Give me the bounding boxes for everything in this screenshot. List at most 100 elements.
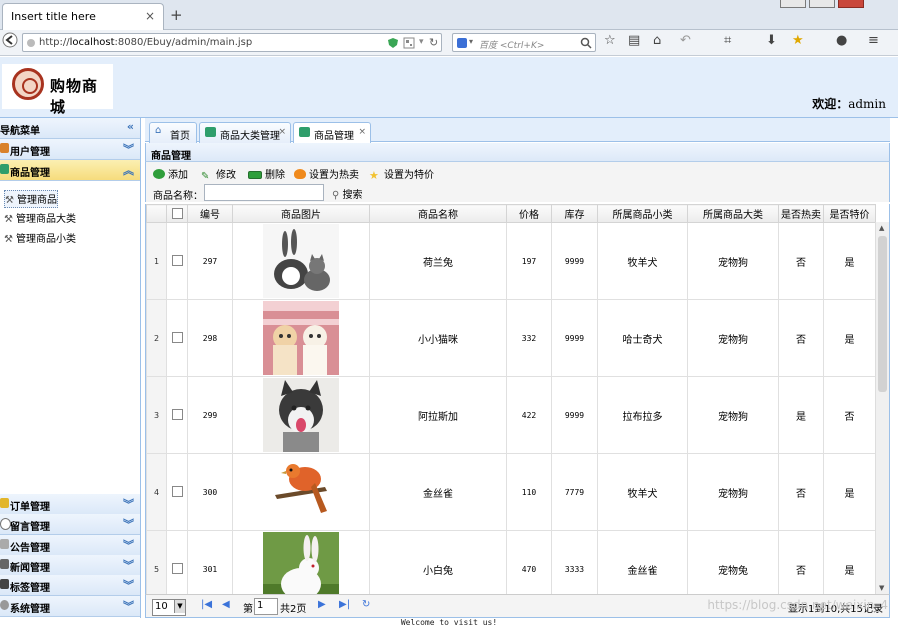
row-checkbox[interactable] — [166, 453, 188, 531]
sidebar-item-manage-big-categories[interactable]: ⚒ 管理商品大类 — [4, 210, 76, 226]
window-controls[interactable] — [780, 0, 898, 8]
chat-icon[interactable]: ● — [836, 33, 847, 48]
close-icon[interactable]: × — [278, 127, 286, 137]
chevron-down-icon[interactable]: ︾ — [123, 598, 134, 614]
refresh-icon[interactable]: ↻ — [362, 599, 370, 610]
favorites-star-icon[interactable]: ★ — [792, 33, 804, 48]
set-special-button[interactable]: ★ 设置为特价 — [369, 166, 434, 182]
search-box[interactable]: ▾ 百度 <Ctrl+K> — [452, 33, 596, 52]
table-row[interactable]: 1 297 荷兰兔 197 9999 牧羊犬 宠物狗否是 — [146, 222, 876, 300]
checkbox[interactable] — [171, 409, 183, 421]
table-row[interactable]: 3 299 阿拉斯加 422 9999 拉布拉多 宠物狗是否 — [146, 376, 876, 454]
nav-section-system[interactable]: 系统管理 ︾ — [0, 596, 140, 617]
crop-icon[interactable]: ⌗ — [724, 33, 731, 48]
download-icon[interactable]: ⬇ — [766, 33, 777, 48]
col-header[interactable]: 编号 — [187, 204, 233, 223]
select-all-checkbox[interactable] — [166, 204, 188, 223]
minimize-button[interactable] — [780, 0, 806, 8]
nav-section-notices[interactable]: 公告管理 ︾ — [0, 535, 140, 556]
close-icon[interactable]: × — [358, 127, 366, 137]
back-arrow-icon[interactable] — [2, 32, 18, 52]
edit-button[interactable]: ✎ 修改 — [201, 166, 236, 182]
row-number-header — [146, 204, 167, 223]
table-row[interactable]: 2 298 小小猫咪 332 9999 哈士奇犬 宠物狗否是 — [146, 299, 876, 377]
reading-list-icon[interactable]: ▤ — [628, 33, 640, 48]
next-page-icon[interactable]: ▶ — [318, 599, 326, 610]
undo-icon[interactable]: ↶ — [680, 33, 691, 48]
chevron-down-icon[interactable]: ▼ — [174, 600, 185, 613]
shield-icon[interactable] — [387, 37, 399, 49]
close-window-button[interactable] — [838, 0, 864, 8]
scrollbar-thumb[interactable] — [878, 236, 887, 392]
table-row[interactable]: 5 301 小白兔 470 3333 金丝雀 宠物兔否是 — [146, 530, 876, 594]
checkbox[interactable] — [171, 486, 183, 498]
vertical-scrollbar[interactable]: ▲ ▼ — [875, 222, 889, 594]
col-header[interactable]: 库存 — [551, 204, 598, 223]
chevron-up-icon[interactable]: ︽ — [123, 162, 134, 178]
page-size-select[interactable]: 10 ▼ — [152, 599, 186, 616]
home-icon[interactable]: ⌂ — [653, 33, 661, 48]
chevron-down-icon[interactable]: ︾ — [123, 516, 134, 532]
page-number-input[interactable]: 1 — [254, 598, 278, 615]
address-bar[interactable]: http://localhost:8080/Ebuy/admin/main.js… — [22, 33, 442, 52]
checkbox[interactable] — [171, 332, 183, 344]
chevron-down-icon[interactable]: ︾ — [123, 537, 134, 553]
nav-section-messages[interactable]: 留言管理 ︾ — [0, 514, 140, 535]
sidebar-item-manage-products[interactable]: ⚒ 管理商品 — [4, 190, 58, 208]
row-checkbox[interactable] — [166, 376, 188, 454]
menu-icon[interactable]: ≡ — [868, 33, 879, 48]
search-engine-dropdown-icon[interactable]: ▾ — [469, 37, 473, 46]
checkbox[interactable] — [171, 563, 183, 575]
delete-button[interactable]: 删除 — [248, 166, 285, 181]
add-button[interactable]: 添加 — [153, 166, 188, 181]
col-header[interactable]: 商品名称 — [369, 204, 507, 223]
tab-big-categories[interactable]: 商品大类管理 × — [199, 122, 291, 143]
checkbox[interactable] — [171, 255, 183, 267]
col-header[interactable]: 商品图片 — [232, 204, 370, 223]
collapse-icon[interactable]: « — [127, 120, 134, 133]
col-header[interactable]: 价格 — [506, 204, 552, 223]
nav-title-label: 导航菜单 — [0, 126, 40, 137]
first-page-icon[interactable]: |◀ — [201, 599, 212, 610]
last-page-icon[interactable]: ▶| — [339, 599, 350, 610]
sidebar-item-manage-small-categories[interactable]: ⚒ 管理商品小类 — [4, 230, 76, 246]
chevron-down-icon[interactable]: ︾ — [123, 496, 134, 512]
col-header[interactable]: 是否特价 — [823, 204, 876, 223]
browser-tab[interactable]: Insert title here × — [2, 3, 164, 30]
chevron-down-icon[interactable]: ︾ — [123, 141, 134, 157]
search-icon[interactable] — [580, 37, 592, 49]
search-engine-icon[interactable] — [456, 37, 468, 49]
qr-code-icon[interactable] — [403, 37, 415, 49]
col-header[interactable]: 所属商品大类 — [687, 204, 779, 223]
scroll-down-icon[interactable]: ▼ — [879, 584, 884, 592]
nav-section-news[interactable]: 新闻管理 ︾ — [0, 555, 140, 576]
col-header[interactable]: 所属商品小类 — [597, 204, 688, 223]
set-hot-button[interactable]: 设置为热卖 — [294, 166, 359, 181]
close-tab-icon[interactable]: × — [145, 9, 155, 23]
chevron-down-icon[interactable]: ︾ — [123, 577, 134, 593]
tab-home[interactable]: ⌂ 首页 — [149, 122, 197, 143]
row-checkbox[interactable] — [166, 530, 188, 594]
dropdown-arrow-icon[interactable]: ▾ — [419, 37, 424, 47]
table-row[interactable]: 4 300 金丝雀 110 7779 牧羊犬 宠物狗否是 — [146, 453, 876, 531]
cell-image — [232, 453, 370, 531]
tab-products[interactable]: 商品管理 × — [293, 122, 371, 144]
maximize-button[interactable] — [809, 0, 835, 8]
row-checkbox[interactable] — [166, 299, 188, 377]
chevron-down-icon[interactable]: ︾ — [123, 557, 134, 573]
checkbox[interactable] — [171, 207, 183, 219]
search-button[interactable]: ⚲ 搜索 — [332, 186, 363, 201]
star-bookmark-icon[interactable]: ☆ — [604, 33, 616, 48]
nav-section-label: 系统管理 — [10, 604, 50, 615]
reload-icon[interactable]: ↻ — [429, 36, 438, 49]
col-header[interactable]: 是否热卖 — [778, 204, 824, 223]
nav-section-users[interactable]: 用户管理 ︾ — [0, 139, 140, 160]
product-name-search-input[interactable] — [204, 184, 324, 201]
row-checkbox[interactable] — [166, 222, 188, 300]
prev-page-icon[interactable]: ◀ — [222, 599, 230, 610]
nav-section-products[interactable]: 商品管理 ︽ — [0, 160, 140, 181]
scroll-up-icon[interactable]: ▲ — [879, 224, 884, 232]
nav-section-orders[interactable]: 订单管理 ︾ — [0, 494, 140, 515]
new-tab-button[interactable]: + — [170, 6, 183, 24]
nav-section-tags[interactable]: 标签管理 ︾ — [0, 575, 140, 596]
